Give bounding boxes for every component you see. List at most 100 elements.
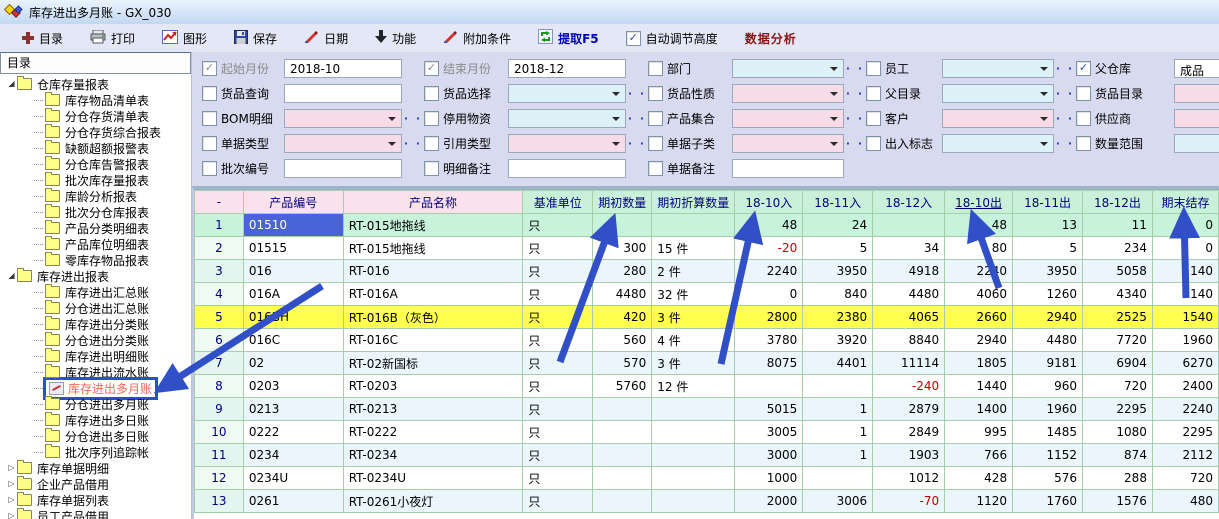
column-header[interactable]: 期初数量 (593, 191, 652, 214)
table-cell[interactable]: 0203 (243, 375, 343, 398)
row-number-cell[interactable]: 9 (195, 398, 244, 421)
filter-dropdown[interactable] (942, 84, 1054, 103)
table-cell[interactable]: 3 件 (652, 352, 735, 375)
table-cell[interactable]: 13 (1013, 214, 1083, 237)
table-row[interactable]: 101510RT-015地拖线只48244813110 (195, 214, 1219, 237)
sidebar-item[interactable]: ▷员工产品借用 (0, 508, 191, 519)
filter-checkbox[interactable] (424, 111, 439, 126)
table-cell[interactable]: 288 (1083, 467, 1153, 490)
table-cell[interactable]: 2 件 (652, 260, 735, 283)
filter-checkbox[interactable] (202, 111, 217, 126)
table-cell[interactable]: 1012 (873, 467, 945, 490)
filter-dropdown[interactable] (732, 109, 844, 128)
table-cell[interactable]: 2295 (1152, 421, 1218, 444)
table-cell[interactable]: 2400 (1152, 375, 1218, 398)
table-cell[interactable]: 3780 (735, 329, 803, 352)
table-cell[interactable]: RT-0222 (343, 421, 523, 444)
table-cell[interactable] (593, 214, 652, 237)
column-header[interactable]: 18-10入 (735, 191, 803, 214)
sidebar-item[interactable]: 分仓进出多日账 (0, 428, 191, 444)
table-cell[interactable]: 只 (523, 352, 593, 375)
table-cell[interactable]: RT-016A (343, 283, 523, 306)
sidebar-item[interactable]: 缺额超额报警表 (0, 140, 191, 156)
browse-dots-button[interactable]: · · (1054, 87, 1076, 100)
table-cell[interactable]: 4480 (593, 283, 652, 306)
browse-dots-button[interactable]: · · (844, 112, 866, 125)
filter-input[interactable]: 2018-10 (284, 59, 402, 78)
expand-icon[interactable]: ▷ (6, 492, 17, 508)
table-cell[interactable]: 只 (523, 283, 593, 306)
table-cell[interactable] (652, 490, 735, 513)
filter-checkbox[interactable] (424, 61, 439, 76)
filter-dropdown[interactable] (508, 109, 626, 128)
sidebar-item[interactable]: 库存进出多日账 (0, 412, 191, 428)
save-button[interactable]: 保存 (234, 30, 277, 47)
table-cell[interactable]: 34 (873, 237, 945, 260)
table-cell[interactable]: 0261 (243, 490, 343, 513)
sidebar-item[interactable]: ◢仓库存量报表 (0, 76, 191, 92)
table-cell[interactable]: 1805 (945, 352, 1013, 375)
column-header[interactable]: 期末结存 (1152, 191, 1218, 214)
table-cell[interactable] (873, 214, 945, 237)
expand-icon[interactable]: ▷ (6, 476, 17, 492)
table-cell[interactable]: 32 件 (652, 283, 735, 306)
row-number-cell[interactable]: 2 (195, 237, 244, 260)
table-cell[interactable]: 570 (593, 352, 652, 375)
filter-dropdown[interactable] (1174, 109, 1219, 128)
table-cell[interactable]: 1120 (945, 490, 1013, 513)
filter-dropdown[interactable] (942, 109, 1054, 128)
table-cell[interactable]: 只 (523, 306, 593, 329)
filter-dropdown[interactable] (508, 84, 626, 103)
table-cell[interactable] (593, 444, 652, 467)
sidebar-item[interactable]: 库存物品清单表 (0, 92, 191, 108)
table-row[interactable]: 3016RT-016只2802 件22403950491822403950505… (195, 260, 1219, 283)
browse-dots-button[interactable]: · · (402, 137, 424, 150)
filter-checkbox[interactable] (1076, 86, 1091, 101)
table-cell[interactable]: 766 (945, 444, 1013, 467)
table-cell[interactable] (803, 467, 873, 490)
sidebar-item[interactable]: 批次分仓库报表 (0, 204, 191, 220)
table-cell[interactable]: 016 (243, 260, 343, 283)
filter-dropdown[interactable] (508, 134, 626, 153)
table-cell[interactable]: 80 (945, 237, 1013, 260)
table-cell[interactable]: 1576 (1083, 490, 1153, 513)
sidebar-item[interactable]: 库存进出汇总账 (0, 284, 191, 300)
table-cell[interactable]: 只 (523, 398, 593, 421)
table-cell[interactable]: 01510 (243, 214, 343, 237)
browse-dots-button[interactable]: · · (844, 62, 866, 75)
table-cell[interactable] (593, 490, 652, 513)
filter-checkbox[interactable] (424, 161, 439, 176)
filter-checkbox[interactable] (866, 61, 881, 76)
sidebar-item[interactable]: 产品分类明细表 (0, 220, 191, 236)
catalog-button[interactable]: 目录 (22, 30, 63, 47)
browse-dots-button[interactable]: · · (1054, 62, 1076, 75)
table-cell[interactable]: 24 (803, 214, 873, 237)
sidebar-item[interactable]: 库存进出多月账 (0, 380, 191, 396)
table-cell[interactable]: 3000 (735, 444, 803, 467)
filter-checkbox[interactable] (866, 111, 881, 126)
sidebar-item[interactable]: 分仓进出汇总账 (0, 300, 191, 316)
browse-dots-button[interactable]: · · (626, 112, 648, 125)
table-cell[interactable]: -240 (873, 375, 945, 398)
table-cell[interactable]: 5 (803, 237, 873, 260)
table-cell[interactable]: 2879 (873, 398, 945, 421)
table-cell[interactable]: 只 (523, 237, 593, 260)
table-cell[interactable]: 0234 (243, 444, 343, 467)
table-cell[interactable]: 480 (1152, 490, 1218, 513)
table-cell[interactable]: 140 (1152, 260, 1218, 283)
browse-dots-button[interactable]: · · (402, 112, 424, 125)
extract-f5-button[interactable]: 提取F5 (538, 29, 599, 47)
sidebar-item[interactable]: ▷库存单据明细 (0, 460, 191, 476)
table-cell[interactable]: 只 (523, 260, 593, 283)
table-cell[interactable]: 0222 (243, 421, 343, 444)
column-header[interactable]: 18-12出 (1083, 191, 1153, 214)
browse-dots-button[interactable]: · · (1054, 112, 1076, 125)
sidebar-item[interactable]: ◢库存进出报表 (0, 268, 191, 284)
table-cell[interactable]: 01515 (243, 237, 343, 260)
row-number-cell[interactable]: 11 (195, 444, 244, 467)
filter-input[interactable]: 成品 (1174, 59, 1219, 78)
table-cell[interactable]: 2112 (1152, 444, 1218, 467)
table-cell[interactable]: 2940 (1013, 306, 1083, 329)
row-number-cell[interactable]: 3 (195, 260, 244, 283)
row-number-cell[interactable]: 7 (195, 352, 244, 375)
